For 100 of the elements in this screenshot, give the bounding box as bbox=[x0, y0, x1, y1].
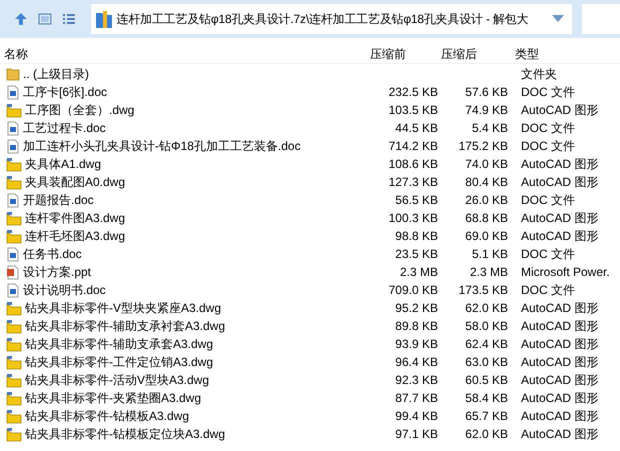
packed-size-cell: 65.7 KB bbox=[465, 409, 508, 423]
file-name[interactable]: 加工连杆小头孔夹具设计-钻Φ18孔加工工艺装备.doc bbox=[23, 137, 301, 155]
size-cell: 95.2 KB bbox=[395, 301, 438, 315]
address-path: 连杆加工工艺及钻φ18孔夹具设计.7z\连杆加工工艺及钻φ18孔夹具设计 - 解包大 bbox=[116, 11, 528, 28]
packed-size-cell: 69.0 KB bbox=[465, 229, 508, 243]
size-cell: 99.4 KB bbox=[395, 409, 438, 423]
archive-icon bbox=[95, 9, 114, 29]
packed-size-cell: 74.9 KB bbox=[465, 103, 508, 117]
size-cell: 87.7 KB bbox=[395, 391, 438, 405]
drawing-file-icon bbox=[6, 174, 22, 190]
drawing-file-icon bbox=[6, 354, 22, 370]
drawing-file-icon bbox=[6, 390, 22, 406]
file-name[interactable]: 开题报告.doc bbox=[23, 191, 94, 209]
type-cell: AutoCAD 图形 bbox=[521, 103, 598, 117]
size-cell: 2.3 MB bbox=[400, 265, 438, 279]
size-cell: 100.3 KB bbox=[388, 211, 438, 225]
folder-icon bbox=[6, 67, 20, 81]
type-cell: AutoCAD 图形 bbox=[521, 319, 598, 333]
file-name[interactable]: 工序图（全套）.dwg bbox=[25, 101, 134, 119]
file-name[interactable]: 钻夹具非标零件-V型块夹紧座A3.dwg bbox=[25, 299, 222, 317]
drawing-file-icon bbox=[6, 426, 22, 442]
size-cell: 93.9 KB bbox=[395, 337, 438, 351]
drawing-file-icon bbox=[6, 300, 22, 316]
file-name[interactable]: 钻夹具非标零件-工件定位销A3.dwg bbox=[25, 353, 214, 371]
address-bar[interactable]: 连杆加工工艺及钻φ18孔夹具设计.7z\连杆加工工艺及钻φ18孔夹具设计 - 解包大 bbox=[91, 4, 572, 34]
size-cell: 44.5 KB bbox=[395, 121, 438, 135]
type-cell: AutoCAD 图形 bbox=[521, 427, 598, 441]
size-cell: 92.3 KB bbox=[395, 373, 438, 387]
list-view-icon[interactable] bbox=[62, 13, 76, 25]
type-cell: AutoCAD 图形 bbox=[521, 301, 598, 315]
file-name[interactable]: 连杆零件图A3.dwg bbox=[25, 209, 126, 227]
type-cell: DOC 文件 bbox=[521, 121, 575, 135]
file-name[interactable]: 设计说明书.doc bbox=[23, 281, 106, 299]
view-icon[interactable] bbox=[38, 13, 52, 25]
file-name[interactable]: 钻夹具非标零件-辅助支承套A3.dwg bbox=[25, 335, 214, 353]
size-cell: 96.4 KB bbox=[395, 355, 438, 369]
packed-size-cell: 80.4 KB bbox=[465, 175, 508, 189]
file-name[interactable]: 钻夹具非标零件-辅助支承衬套A3.dwg bbox=[25, 317, 226, 335]
packed-size-cell: 173.5 KB bbox=[458, 283, 508, 297]
search-field[interactable] bbox=[582, 4, 620, 34]
packed-size-cell: 175.2 KB bbox=[458, 139, 508, 153]
type-cell: 文件夹 bbox=[521, 67, 557, 81]
packed-size-cell: 62.4 KB bbox=[465, 337, 508, 351]
size-cell: 127.3 KB bbox=[388, 175, 438, 189]
packed-size-cell: 26.0 KB bbox=[465, 193, 508, 207]
drawing-file-icon bbox=[6, 102, 22, 118]
up-arrow-icon[interactable] bbox=[14, 12, 28, 26]
document-icon bbox=[6, 282, 20, 298]
drawing-file-icon bbox=[6, 408, 22, 424]
size-cell: 232.5 KB bbox=[388, 85, 438, 99]
type-cell: AutoCAD 图形 bbox=[521, 409, 598, 423]
file-name[interactable]: 工艺过程卡.doc bbox=[23, 119, 106, 137]
size-cell: 56.5 KB bbox=[395, 193, 438, 207]
size-cell: 89.8 KB bbox=[395, 319, 438, 333]
type-cell: DOC 文件 bbox=[521, 193, 575, 207]
presentation-file-icon bbox=[6, 264, 20, 280]
column-header[interactable]: 名称 bbox=[0, 44, 370, 62]
file-name[interactable]: 夹具装配图A0.dwg bbox=[25, 173, 126, 191]
file-name[interactable]: 钻夹具非标零件-活动V型块A3.dwg bbox=[25, 371, 210, 389]
size-cell: 103.5 KB bbox=[388, 103, 438, 117]
dropdown-caret-icon[interactable] bbox=[552, 15, 564, 23]
file-name[interactable]: 钻夹具非标零件-钻模板定位块A3.dwg bbox=[25, 425, 226, 443]
drawing-file-icon bbox=[6, 210, 22, 226]
column-header[interactable]: 类型 bbox=[513, 44, 613, 62]
file-name[interactable]: 连杆毛坯图A3.dwg bbox=[25, 227, 126, 245]
file-name[interactable]: 夹具体A1.dwg bbox=[25, 155, 102, 173]
drawing-file-icon bbox=[6, 156, 22, 172]
type-cell: AutoCAD 图形 bbox=[521, 373, 598, 387]
file-name[interactable]: 设计方案.ppt bbox=[23, 263, 92, 281]
file-name[interactable]: 钻夹具非标零件-钻模板A3.dwg bbox=[25, 407, 190, 425]
type-cell: DOC 文件 bbox=[521, 85, 575, 99]
size-cell: 108.6 KB bbox=[388, 157, 438, 171]
packed-size-cell: 57.6 KB bbox=[465, 85, 508, 99]
document-icon bbox=[6, 120, 20, 136]
packed-size-cell: 58.4 KB bbox=[465, 391, 508, 405]
packed-size-cell: 5.4 KB bbox=[472, 121, 508, 135]
type-cell: DOC 文件 bbox=[521, 139, 575, 153]
packed-size-cell: 68.8 KB bbox=[465, 211, 508, 225]
size-cell: 709.0 KB bbox=[388, 283, 438, 297]
column-header[interactable]: 压缩后 bbox=[441, 44, 513, 62]
type-cell: AutoCAD 图形 bbox=[521, 337, 598, 351]
packed-size-cell: 62.0 KB bbox=[465, 427, 508, 441]
packed-size-cell: 2.3 MB bbox=[470, 265, 508, 279]
drawing-file-icon bbox=[6, 336, 22, 352]
file-name[interactable]: 工序卡[6张].doc bbox=[23, 83, 108, 101]
document-icon bbox=[6, 246, 20, 262]
document-icon bbox=[6, 192, 20, 208]
packed-size-cell: 62.0 KB bbox=[465, 301, 508, 315]
packed-size-cell: 74.0 KB bbox=[465, 157, 508, 171]
file-name[interactable]: .. (上级目录) bbox=[23, 65, 89, 83]
type-cell: Microsoft Power. bbox=[521, 265, 610, 279]
packed-size-cell: 58.0 KB bbox=[465, 319, 508, 333]
size-cell: 97.1 KB bbox=[395, 427, 438, 441]
type-cell: DOC 文件 bbox=[521, 283, 575, 297]
document-icon bbox=[6, 138, 20, 154]
packed-size-cell: 60.5 KB bbox=[465, 373, 508, 387]
packed-size-cell: 5.1 KB bbox=[472, 247, 508, 261]
file-name[interactable]: 钻夹具非标零件-夹紧垫圈A3.dwg bbox=[25, 389, 202, 407]
column-header[interactable]: 压缩前 bbox=[370, 44, 441, 62]
file-name[interactable]: 任务书.doc bbox=[23, 245, 82, 263]
